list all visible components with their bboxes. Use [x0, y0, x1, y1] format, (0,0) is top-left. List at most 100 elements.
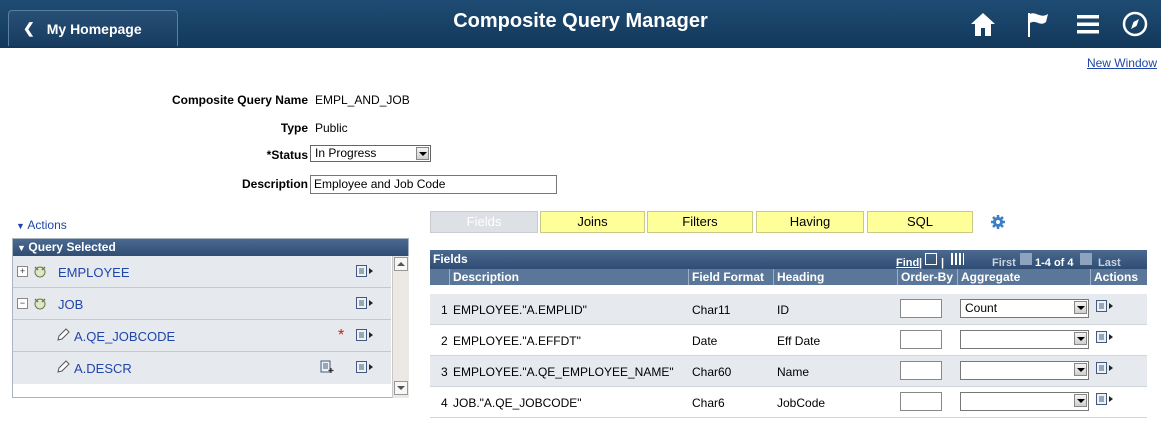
tab-sql[interactable]: SQL — [867, 211, 973, 233]
new-window-link[interactable]: New Window — [1087, 56, 1157, 70]
menu-icon[interactable] — [1073, 9, 1103, 39]
triangle-down-icon: ▼ — [17, 243, 29, 253]
row-number-header — [430, 269, 450, 285]
cell-description: EMPLOYEE."A.EMPLID" — [453, 303, 587, 317]
tab-having[interactable]: Having — [756, 211, 864, 233]
row-number: 3 — [441, 365, 448, 379]
cell-heading: ID — [777, 303, 789, 317]
add-field-icon[interactable] — [320, 360, 334, 374]
collapse-icon[interactable]: − — [17, 298, 28, 309]
cell-heading: Eff Date — [777, 334, 821, 348]
dropdown-arrow-icon[interactable] — [1074, 363, 1087, 376]
compass-icon[interactable] — [1120, 9, 1150, 39]
table-row: 2 EMPLOYEE."A.EFFDT" Date Eff Date — [430, 325, 1147, 356]
view-all-icon[interactable] — [925, 253, 937, 265]
tab-joins[interactable]: Joins — [540, 211, 645, 233]
cell-description: JOB."A.QE_JOBCODE" — [453, 396, 582, 410]
tree-row-descr: A.DESCR — [13, 352, 391, 384]
composite-query-name-value: EMPL_AND_JOB — [315, 93, 410, 107]
col-aggregate[interactable]: Aggregate — [958, 269, 1091, 285]
actions-toggle[interactable]: ▼ Actions — [16, 218, 67, 232]
app-header: ❮ My Homepage Composite Query Manager — [0, 0, 1161, 48]
query-selected-header[interactable]: ▼ Query Selected — [13, 239, 408, 256]
cell-description: EMPLOYEE."A.EFFDT" — [453, 334, 581, 348]
row-actions-icon[interactable] — [356, 297, 376, 309]
field-pencil-icon — [57, 328, 70, 341]
next-arrow-icon[interactable] — [1080, 253, 1092, 265]
fields-grid: Fields Find | | First 1-4 of 4 Last Desc… — [430, 250, 1147, 421]
gear-icon[interactable] — [990, 214, 1006, 230]
field-pencil-icon — [57, 360, 70, 373]
cell-description: EMPLOYEE."A.QE_EMPLOYEE_NAME" — [453, 365, 674, 379]
dropdown-arrow-icon[interactable] — [1074, 301, 1087, 314]
tree-link-qe-jobcode[interactable]: A.QE_JOBCODE — [74, 329, 175, 344]
order-by-input[interactable] — [900, 330, 942, 349]
aggregate-value: Count — [965, 301, 998, 315]
description-input[interactable]: Employee and Job Code — [310, 175, 557, 194]
scroll-down-icon[interactable] — [394, 381, 408, 395]
composite-query-name-label: Composite Query Name — [171, 93, 308, 107]
prev-arrow-icon[interactable] — [1020, 253, 1032, 265]
required-asterisk: * — [338, 327, 345, 344]
query-icon — [34, 298, 46, 310]
row-actions-icon[interactable] — [1096, 393, 1116, 405]
row-actions-icon[interactable] — [1096, 362, 1116, 374]
col-actions[interactable]: Actions — [1091, 269, 1147, 285]
tab-fields[interactable]: Fields — [430, 211, 538, 233]
tree-link-job[interactable]: JOB — [58, 297, 83, 312]
query-selected-title: Query Selected — [28, 240, 116, 254]
row-actions-icon[interactable] — [356, 329, 376, 341]
grid-header-row: Description Field Format Heading Order-B… — [430, 269, 1147, 285]
tree-link-employee[interactable]: EMPLOYEE — [58, 265, 130, 280]
tree-link-descr[interactable]: A.DESCR — [74, 361, 132, 376]
col-order-by[interactable]: Order-By — [898, 269, 958, 285]
row-number: 4 — [441, 396, 448, 410]
query-icon — [34, 266, 46, 278]
scroll-up-icon[interactable] — [394, 257, 408, 271]
col-field-format[interactable]: Field Format — [689, 269, 774, 285]
order-by-input[interactable] — [900, 392, 942, 411]
col-heading[interactable]: Heading — [774, 269, 898, 285]
grid-title-text: Fields — [433, 252, 468, 266]
cell-heading: JobCode — [777, 396, 826, 410]
status-label: *Status — [266, 148, 308, 162]
cell-field-format: Char11 — [692, 303, 731, 317]
cell-field-format: Char6 — [692, 396, 725, 410]
row-actions-icon[interactable] — [356, 265, 376, 277]
aggregate-select[interactable] — [960, 361, 1089, 380]
tree-row-employee: + EMPLOYEE — [13, 256, 391, 288]
download-grid-icon[interactable] — [951, 253, 964, 265]
table-row: 4 JOB."A.QE_JOBCODE" Char6 JobCode — [430, 387, 1147, 418]
status-select[interactable]: In Progress — [310, 145, 431, 162]
table-row: 1 EMPLOYEE."A.EMPLID" Char11 ID Count — [430, 294, 1147, 325]
status-selected-value: In Progress — [315, 146, 377, 160]
cell-heading: Name — [777, 365, 810, 379]
row-actions-icon[interactable] — [1096, 300, 1116, 312]
dropdown-arrow-icon[interactable] — [416, 147, 429, 160]
cell-field-format: Date — [692, 334, 718, 348]
row-number: 1 — [441, 303, 448, 317]
flag-icon[interactable] — [1022, 9, 1052, 39]
home-icon[interactable] — [968, 9, 998, 39]
row-actions-icon[interactable] — [1096, 331, 1116, 343]
query-selected-panel: ▼ Query Selected + EMPLOYEE − JOB A.QE_J… — [12, 238, 409, 398]
type-label: Type — [280, 121, 308, 135]
actions-label: Actions — [27, 218, 67, 232]
aggregate-select[interactable] — [960, 330, 1089, 349]
order-by-input[interactable] — [900, 361, 942, 380]
aggregate-select[interactable] — [960, 392, 1089, 411]
dropdown-arrow-icon[interactable] — [1074, 394, 1087, 407]
row-actions-icon[interactable] — [356, 361, 376, 373]
dropdown-arrow-icon[interactable] — [1074, 332, 1087, 345]
vertical-scrollbar[interactable] — [392, 256, 409, 398]
col-description[interactable]: Description — [450, 269, 689, 285]
tree-row-job: − JOB — [13, 288, 391, 320]
row-number: 2 — [441, 334, 448, 348]
order-by-input[interactable] — [900, 299, 942, 318]
type-value: Public — [315, 121, 348, 135]
tab-filters[interactable]: Filters — [647, 211, 753, 233]
expand-icon[interactable]: + — [17, 266, 28, 277]
grid-title: Fields Find | | First 1-4 of 4 Last — [430, 250, 1147, 269]
aggregate-select[interactable]: Count — [960, 299, 1089, 318]
tree-row-qe-jobcode: A.QE_JOBCODE * — [13, 320, 391, 352]
